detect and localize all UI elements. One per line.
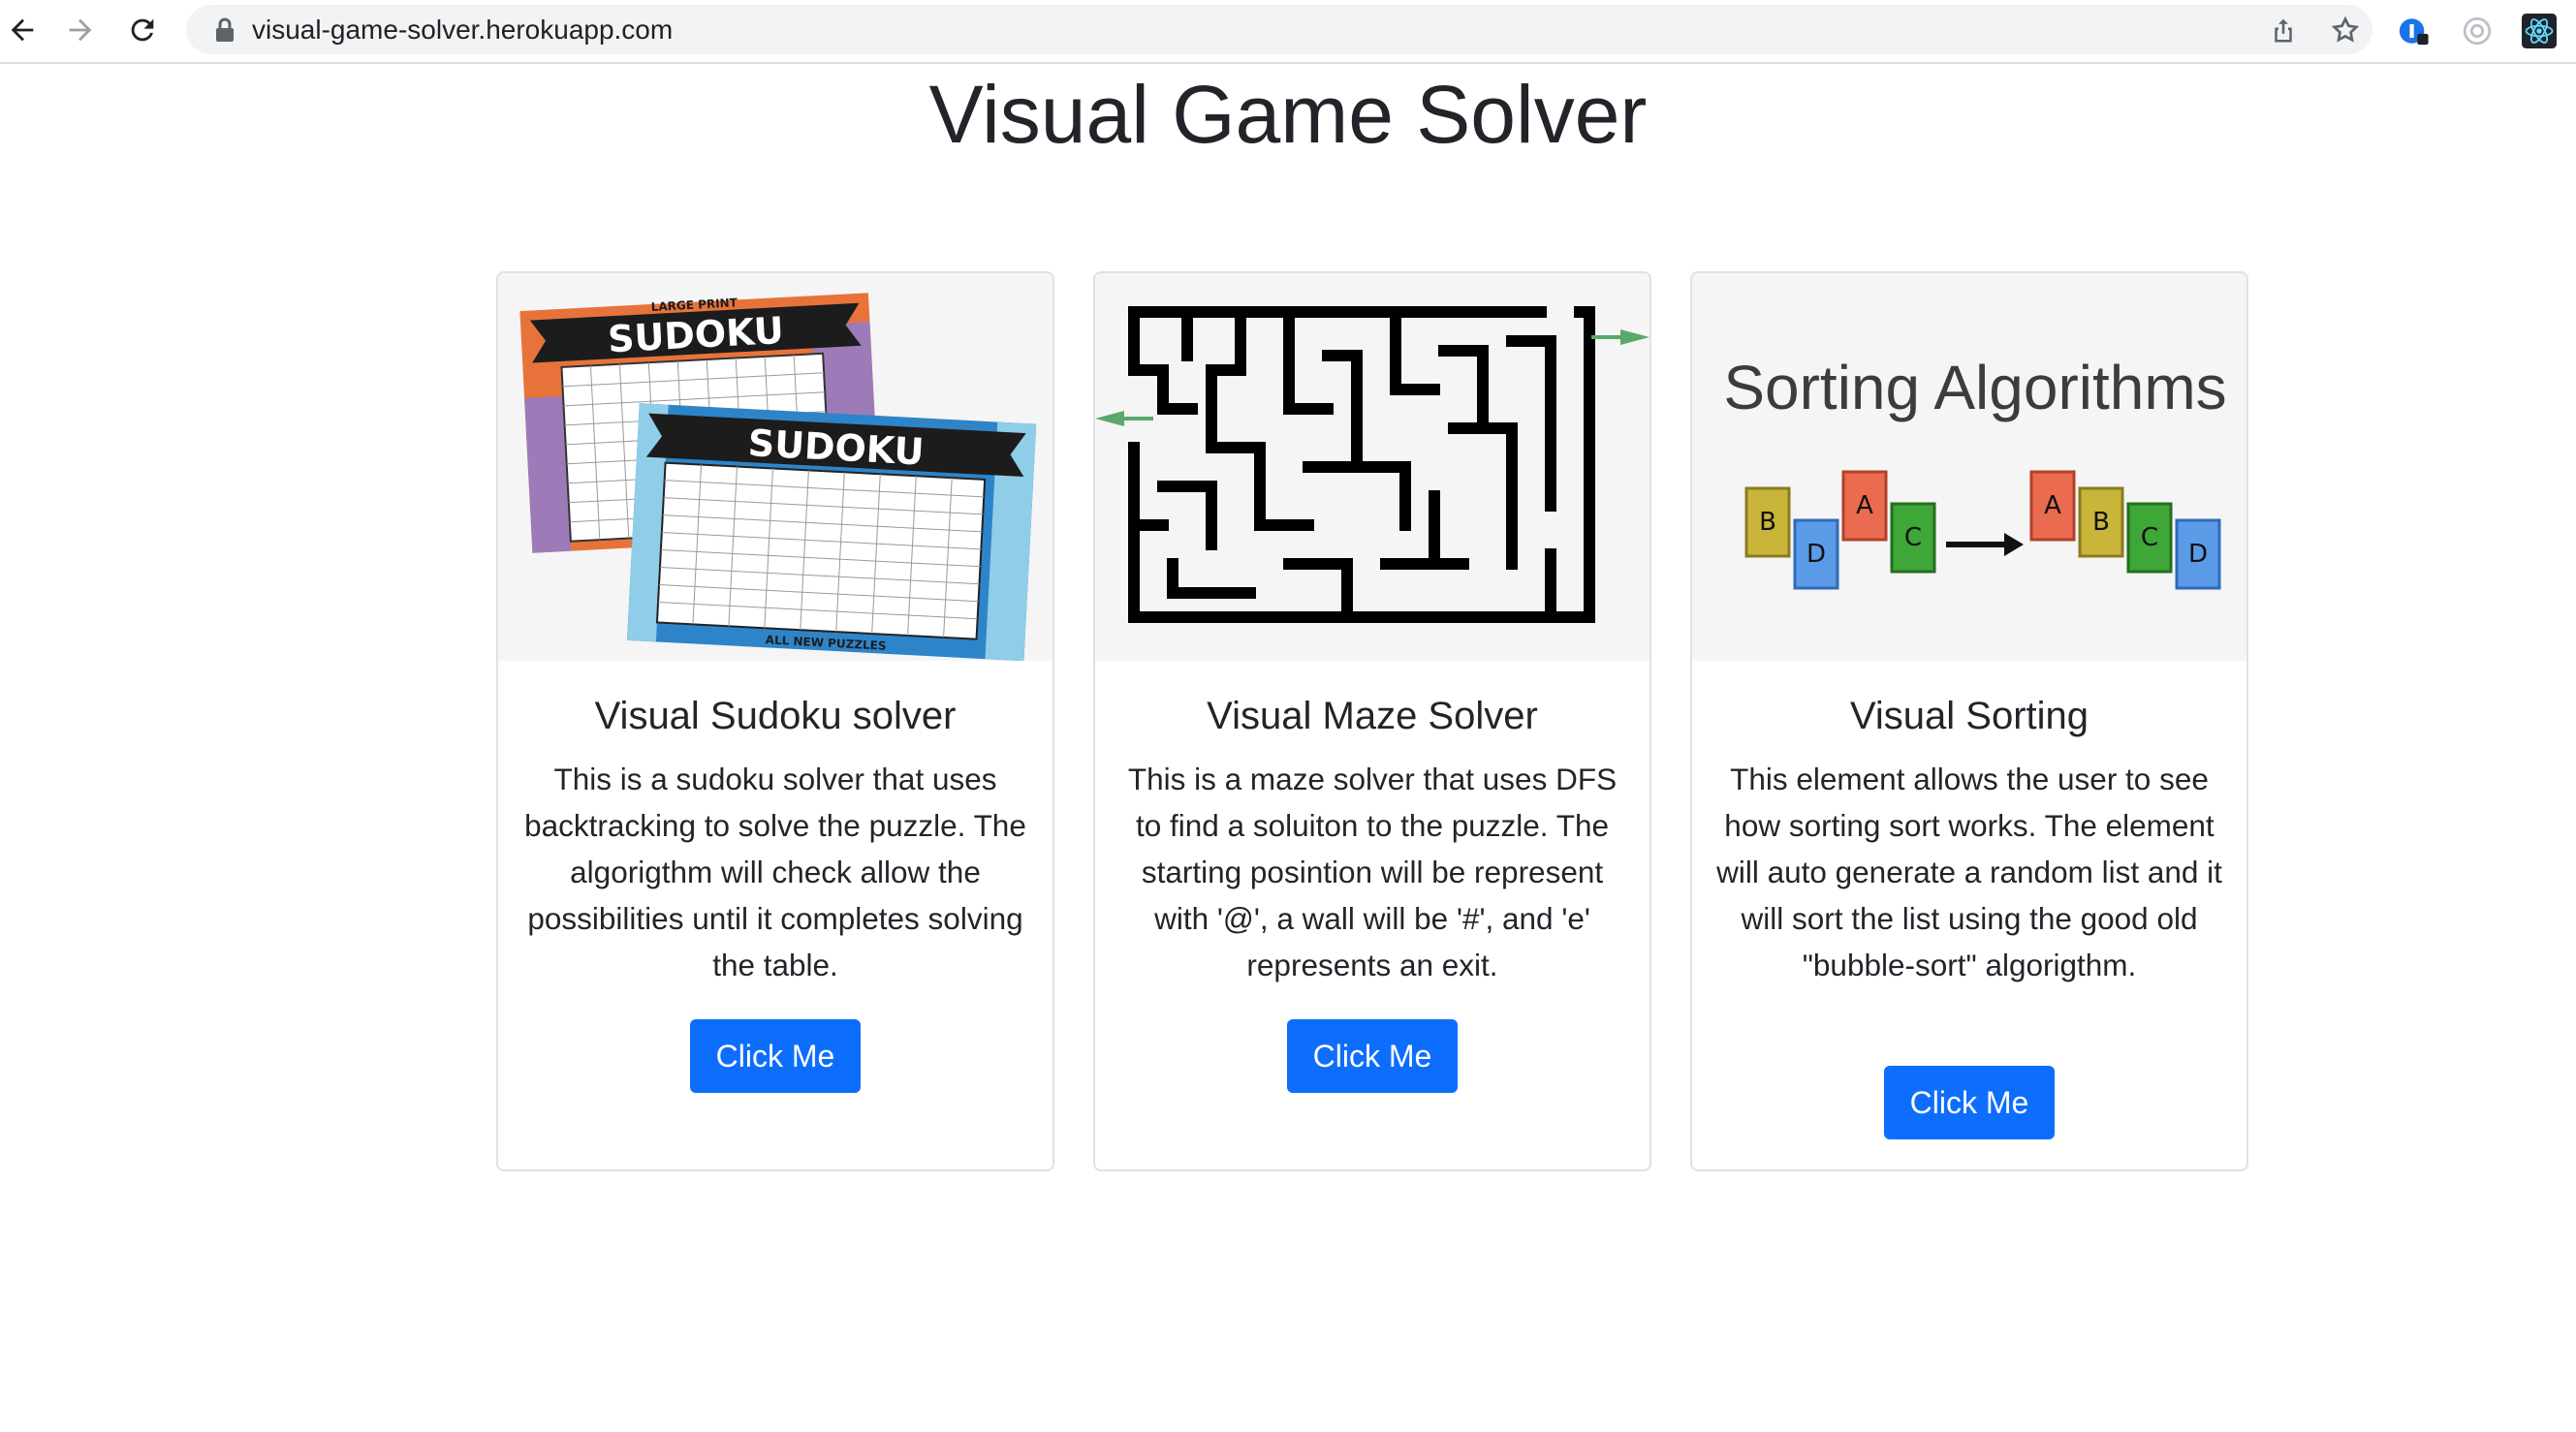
- sorting-click-button[interactable]: Click Me: [1884, 1066, 2055, 1139]
- maze-image: [1095, 273, 1649, 661]
- sort-before-block-3: A: [1856, 491, 1873, 520]
- share-icon[interactable]: [2266, 13, 2301, 47]
- forward-icon[interactable]: [58, 8, 103, 52]
- browser-toolbar: visual-game-solver.herokuapp.com: [0, 0, 2576, 64]
- sort-arrow-icon: [1946, 533, 2024, 556]
- sudoku-image: SUDOKU LARGE PRINT SUDOKU ALL NEW PUZZLE…: [498, 273, 1052, 661]
- sort-before-block-4: C: [1904, 523, 1922, 552]
- react-devtools-icon[interactable]: [2518, 10, 2560, 52]
- sort-after-block-2: B: [2092, 508, 2110, 537]
- card-title: Visual Maze Solver: [1207, 695, 1538, 737]
- sort-after-block-3: C: [2141, 523, 2158, 552]
- url-text[interactable]: visual-game-solver.herokuapp.com: [252, 14, 673, 47]
- sorting-card: Sorting Algorithms B D A C A B C D Visua…: [1690, 271, 2248, 1171]
- card-description: This is a maze solver that uses DFS to f…: [1127, 762, 1618, 982]
- back-icon[interactable]: [0, 8, 45, 52]
- sort-before-block-2: D: [1806, 540, 1826, 569]
- sorting-image-title: Sorting Algorithms: [1723, 353, 2226, 422]
- card-title: Visual Sudoku solver: [594, 695, 957, 737]
- star-icon[interactable]: [2328, 13, 2363, 47]
- extension-icon[interactable]: [2456, 10, 2498, 52]
- lock-icon[interactable]: [213, 17, 236, 43]
- sorting-image: Sorting Algorithms B D A C A B C D: [1692, 273, 2246, 661]
- sort-before-block-1: B: [1759, 508, 1776, 537]
- sort-after-block-1: A: [2044, 491, 2061, 520]
- sort-after-block-4: D: [2188, 540, 2208, 569]
- card-title: Visual Sorting: [1849, 695, 2089, 737]
- address-bar[interactable]: visual-game-solver.herokuapp.com: [186, 5, 2372, 54]
- sudoku-click-button[interactable]: Click Me: [690, 1019, 861, 1093]
- card-description: This is a sudoku solver that uses backtr…: [524, 762, 1026, 982]
- sudoku-card: SUDOKU LARGE PRINT SUDOKU ALL NEW PUZZLE…: [496, 271, 1054, 1171]
- maze-card: Visual Maze Solver This is a maze solver…: [1093, 271, 1651, 1171]
- reload-icon[interactable]: [120, 8, 165, 52]
- password-manager-icon[interactable]: [2392, 10, 2435, 52]
- card-description: This element allows the user to see how …: [1716, 762, 2222, 982]
- page-title: Visual Game Solver: [928, 69, 1648, 160]
- maze-click-button[interactable]: Click Me: [1287, 1019, 1458, 1093]
